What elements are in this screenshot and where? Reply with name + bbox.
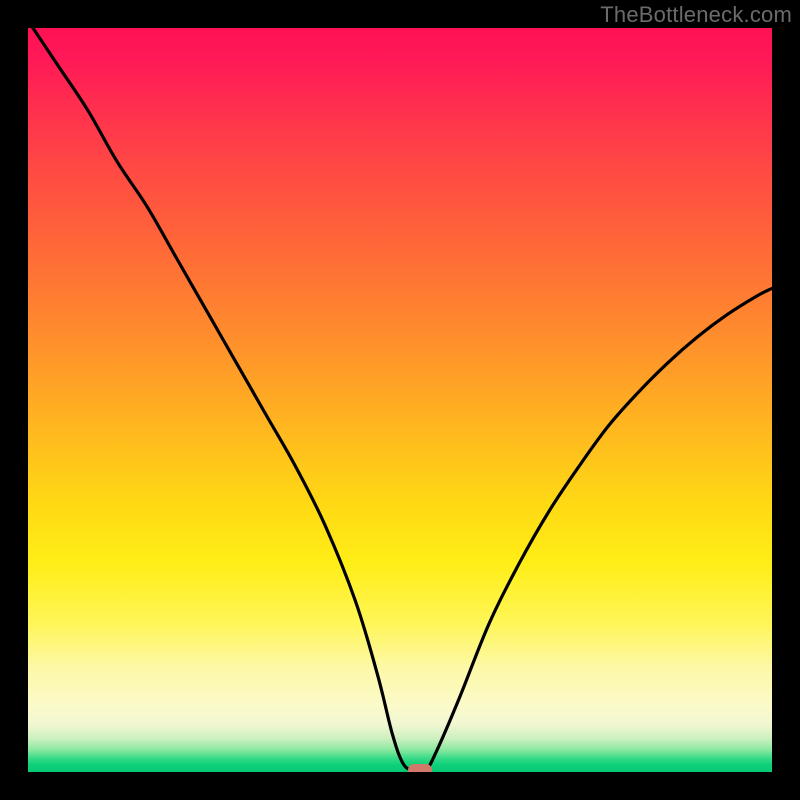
watermark-text: TheBottleneck.com — [600, 2, 792, 28]
plot-area — [28, 28, 772, 772]
chart-frame: TheBottleneck.com — [0, 0, 800, 800]
bottleneck-curve — [28, 28, 772, 772]
optimal-point-marker — [408, 764, 432, 772]
curve-path — [28, 28, 772, 772]
